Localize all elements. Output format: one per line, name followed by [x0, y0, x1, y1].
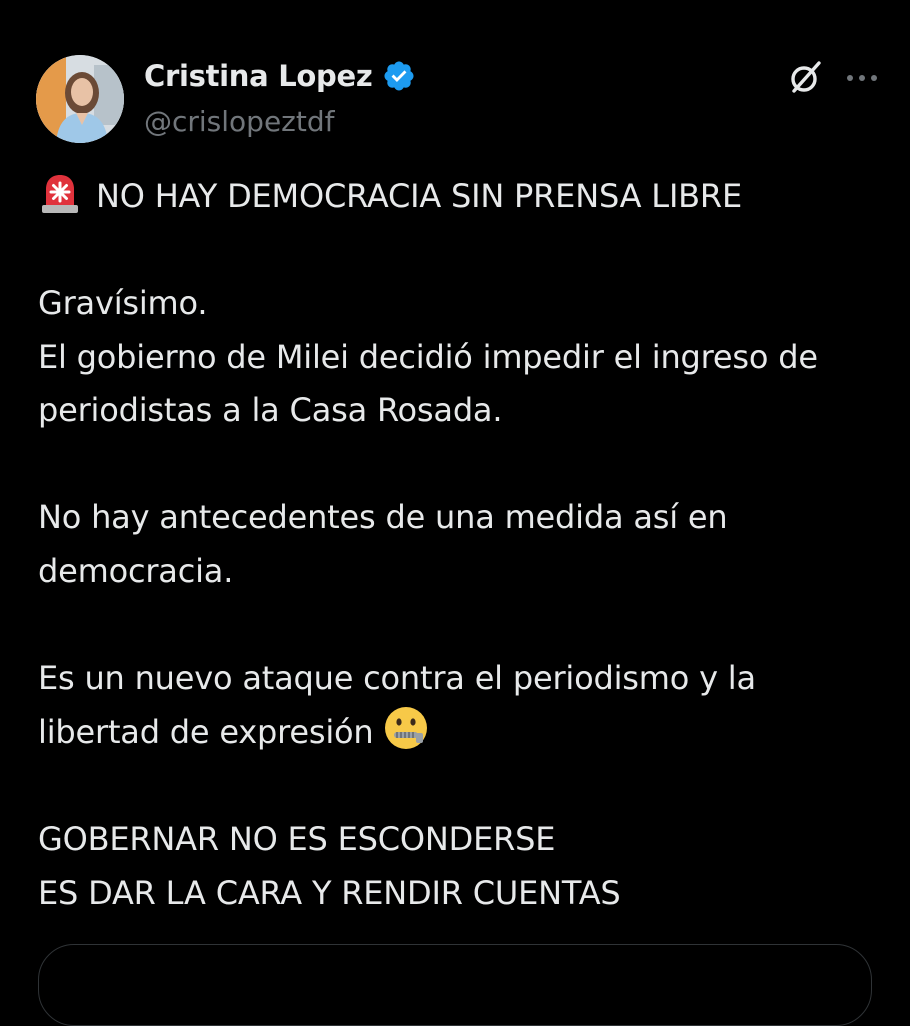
avatar[interactable]	[36, 55, 124, 143]
tweet-line: No hay antecedentes de una medida así en	[38, 498, 728, 536]
tweet-line: El gobierno de Milei decidió impedir el …	[38, 337, 818, 376]
tweet-headline-text: NO HAY DEMOCRACIA SIN PRENSA LIBRE	[96, 177, 742, 215]
tweet-text: NO HAY DEMOCRACIA SIN PRENSA LIBRE Graví…	[38, 170, 878, 920]
tweet-line: democracia.	[38, 551, 234, 590]
tweet-line: periodistas a la Casa Rosada.	[38, 391, 503, 429]
author-name-row: Cristina Lopez	[144, 59, 416, 93]
zipper-mouth-emoji	[383, 705, 429, 751]
tweet-line-text: libertad de expresión	[38, 713, 374, 751]
tweet-line: Gravísimo.	[38, 284, 208, 322]
police-light-emoji	[38, 171, 82, 215]
tweet-line-headline: NO HAY DEMOCRACIA SIN PRENSA LIBRE	[38, 170, 878, 224]
verified-badge-icon[interactable]	[382, 59, 416, 93]
embedded-card-edge[interactable]	[38, 944, 872, 1026]
tweet-line: Es un nuevo ataque contra el periodismo …	[38, 658, 756, 697]
tweet-line-with-emoji: libertad de expresión	[38, 705, 878, 760]
tweet-line: GOBERNAR NO ES ESCONDERSE	[38, 820, 556, 858]
more-options-icon[interactable]	[844, 63, 880, 93]
author-handle[interactable]: @crislopeztdf	[144, 105, 335, 138]
author-display-name[interactable]: Cristina Lopez	[144, 59, 373, 93]
tweet-line: ES DAR LA CARA Y RENDIR CUENTAS	[38, 873, 621, 912]
grok-icon[interactable]	[786, 57, 826, 97]
tweet-header: Cristina Lopez @crislopeztdf	[36, 55, 880, 145]
